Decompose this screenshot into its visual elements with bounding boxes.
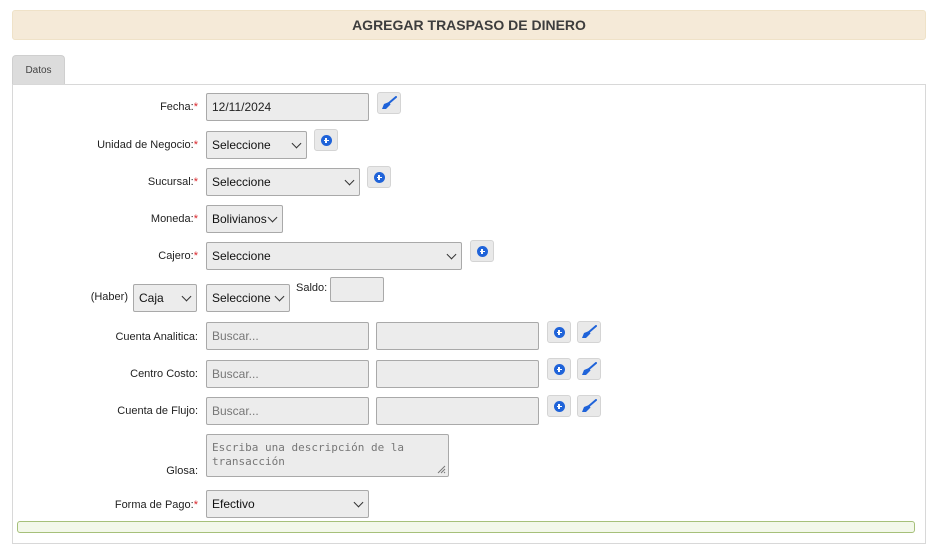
saldo-field [330,277,384,302]
plus-circle-icon [373,171,385,183]
sucursal-select[interactable]: Seleccione [206,168,360,196]
sucursal-label: Sucursal:* [147,176,198,188]
tab-datos[interactable]: Datos [12,55,65,85]
centro-costo-name-field [376,360,539,388]
cuenta-analitica-clear-button[interactable] [577,321,601,343]
cuenta-flujo-search-input[interactable]: Buscar... [206,397,369,425]
plus-circle-icon [476,245,488,257]
chevron-down-icon [267,212,278,223]
cajero-add-button[interactable] [470,240,494,262]
cuenta-analitica-search-input[interactable]: Buscar... [206,322,369,350]
chevron-down-icon [446,249,457,260]
haber-label: (Haber) [90,291,128,303]
cuenta-analitica-name-field [376,322,539,350]
cuenta-analitica-add-button[interactable] [547,321,571,343]
saldo-label: Saldo: [296,282,328,294]
plus-circle-icon [320,134,332,146]
centro-costo-clear-button[interactable] [577,358,601,380]
centro-costo-search-input[interactable]: Buscar... [206,360,369,388]
haber-tipo-select[interactable]: Caja [133,284,197,312]
broom-icon [582,399,597,412]
moneda-label: Moneda:* [150,213,198,225]
forma-pago-label: Forma de Pago:* [114,499,198,511]
glosa-label: Glosa: [166,465,198,477]
broom-icon [382,96,397,109]
moneda-select[interactable]: Bolivianos [206,205,283,233]
page-title: AGREGAR TRASPASO DE DINERO [12,10,926,40]
glosa-textarea[interactable]: Escriba una descripción de la transacció… [206,434,449,477]
chevron-down-icon [181,291,192,302]
plus-circle-icon [553,400,565,412]
cajero-select[interactable]: Seleccione [206,242,462,270]
chevron-down-icon [291,138,302,149]
centro-costo-add-button[interactable] [547,358,571,380]
fecha-label: Fecha:* [160,101,198,113]
fecha-clear-button[interactable] [377,92,401,114]
resize-handle-icon[interactable] [436,464,446,474]
cuenta-flujo-add-button[interactable] [547,395,571,417]
unidad-negocio-label: Unidad de Negocio:* [97,139,198,151]
cuenta-flujo-clear-button[interactable] [577,395,601,417]
sucursal-add-button[interactable] [367,166,391,188]
fecha-input[interactable]: 12/11/2024 [206,93,369,121]
haber-cuenta-select[interactable]: Seleccione [206,284,290,312]
cajero-label: Cajero:* [158,250,198,262]
cuenta-flujo-name-field [376,397,539,425]
cuenta-flujo-label: Cuenta de Flujo: [117,405,198,417]
centro-costo-label: Centro Costo: [130,368,198,380]
unidad-negocio-add-button[interactable] [314,129,338,151]
broom-icon [582,362,597,375]
payment-detail-section [17,521,915,533]
plus-circle-icon [553,363,565,375]
plus-circle-icon [553,326,565,338]
chevron-down-icon [274,291,285,302]
forma-pago-select[interactable]: Efectivo [206,490,369,518]
chevron-down-icon [353,497,364,508]
cuenta-analitica-label: Cuenta Analitica: [115,331,198,343]
broom-icon [582,325,597,338]
chevron-down-icon [344,175,355,186]
unidad-negocio-select[interactable]: Seleccione [206,131,307,159]
